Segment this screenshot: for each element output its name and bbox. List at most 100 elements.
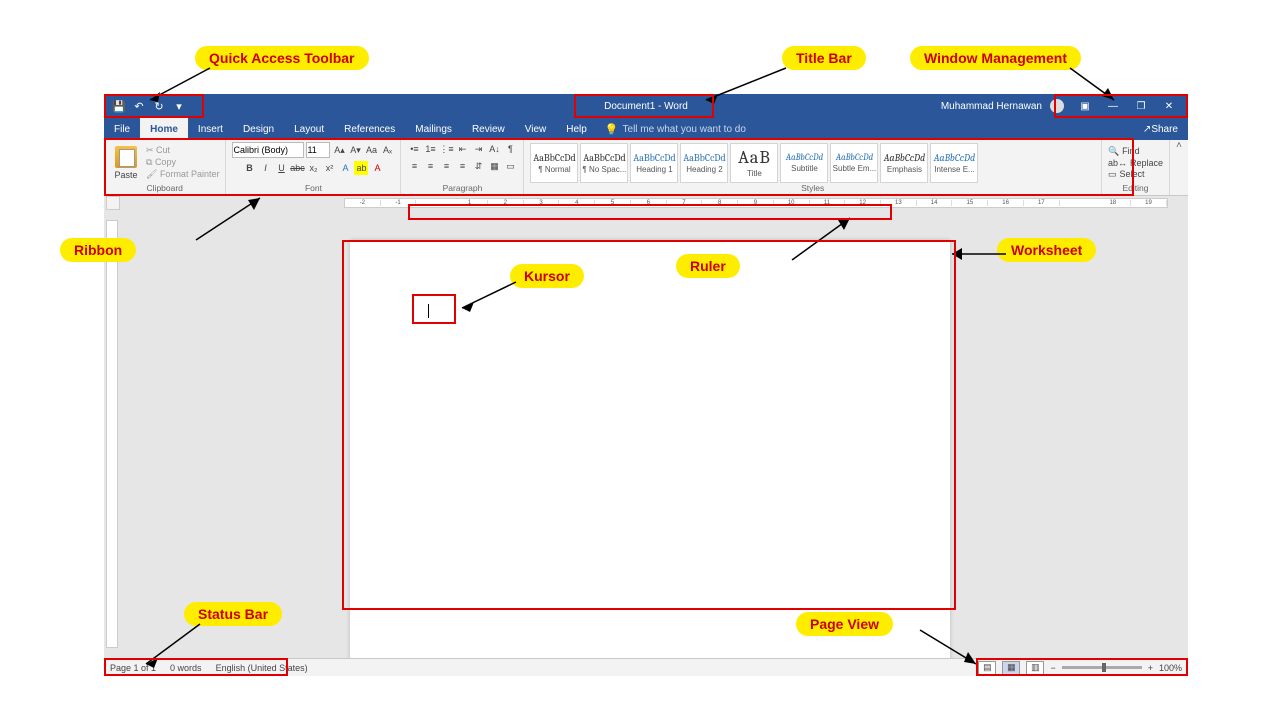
highlight-button[interactable]: ab <box>354 161 368 175</box>
change-case-button[interactable]: Aa <box>364 143 378 157</box>
borders-button[interactable]: ▭ <box>503 159 517 173</box>
tab-insert[interactable]: Insert <box>188 118 233 140</box>
document-page[interactable] <box>350 240 950 658</box>
align-right-button[interactable]: ≡ <box>439 159 453 173</box>
group-font: A▴ A▾ Aa Aₓ B I U abc x₂ x² A ab A Font <box>226 140 401 195</box>
font-size-combo[interactable] <box>306 142 330 158</box>
callout-worksheet: Worksheet <box>997 238 1096 262</box>
share-button[interactable]: ↗ Share <box>1133 118 1188 140</box>
font-group-label: Font <box>232 183 394 193</box>
read-mode-button[interactable]: ▤ <box>978 661 996 675</box>
window-controls: ▣ — ❐ ✕ <box>1072 94 1182 118</box>
increase-indent-button[interactable]: ⇥ <box>471 142 485 156</box>
font-color-button[interactable]: A <box>370 161 384 175</box>
zoom-level[interactable]: 100% <box>1159 663 1182 673</box>
style-heading-2[interactable]: AaBbCcDdHeading 2 <box>680 143 728 183</box>
select-button[interactable]: ▭ Select <box>1108 169 1163 180</box>
tab-design[interactable]: Design <box>233 118 284 140</box>
word-count[interactable]: 0 words <box>170 663 202 673</box>
style-intense-e-[interactable]: AaBbCcDdIntense E... <box>930 143 978 183</box>
bullets-button[interactable]: •≡ <box>407 142 421 156</box>
style-emphasis[interactable]: AaBbCcDdEmphasis <box>880 143 928 183</box>
collapse-ribbon-button[interactable]: ˄ <box>1170 140 1188 195</box>
vertical-ruler[interactable] <box>106 220 118 648</box>
tab-references[interactable]: References <box>334 118 405 140</box>
grow-font-button[interactable]: A▴ <box>332 143 346 157</box>
callout-statusbar: Status Bar <box>184 602 282 626</box>
decrease-indent-button[interactable]: ⇤ <box>455 142 469 156</box>
tab-file[interactable]: File <box>104 118 140 140</box>
web-layout-button[interactable]: ▥ <box>1026 661 1044 675</box>
line-spacing-button[interactable]: ⇵ <box>471 159 485 173</box>
sort-button[interactable]: A↓ <box>487 142 501 156</box>
tab-review[interactable]: Review <box>462 118 515 140</box>
paste-label: Paste <box>114 170 137 180</box>
superscript-button[interactable]: x² <box>322 161 336 175</box>
save-icon[interactable]: 💾 <box>112 99 126 113</box>
document-title: Document1 - Word <box>604 101 688 112</box>
user-area: Muhammad Hernawan ▣ — ❐ ✕ <box>935 94 1188 118</box>
ribbon-options-button[interactable]: ▣ <box>1072 94 1098 118</box>
tab-layout[interactable]: Layout <box>284 118 334 140</box>
shrink-font-button[interactable]: A▾ <box>348 143 362 157</box>
language[interactable]: English (United States) <box>216 663 308 673</box>
tab-selector[interactable] <box>106 196 120 210</box>
italic-button[interactable]: I <box>258 161 272 175</box>
style-heading-1[interactable]: AaBbCcDdHeading 1 <box>630 143 678 183</box>
font-name-combo[interactable] <box>232 142 304 158</box>
underline-button[interactable]: U <box>274 161 288 175</box>
qat-customize-icon[interactable]: ▾ <box>172 99 186 113</box>
tab-mailings[interactable]: Mailings <box>405 118 462 140</box>
close-button[interactable]: ✕ <box>1156 94 1182 118</box>
style--normal[interactable]: AaBbCcDd¶ Normal <box>530 143 578 183</box>
zoom-out-button[interactable]: − <box>1050 663 1055 673</box>
horizontal-ruler-row: -2-112345678910111213141516171819 <box>104 196 1188 210</box>
redo-icon[interactable]: ↻ <box>152 99 166 113</box>
clear-formatting-button[interactable]: Aₓ <box>380 143 394 157</box>
restore-button[interactable]: ❐ <box>1128 94 1154 118</box>
page-count[interactable]: Page 1 of 1 <box>110 663 156 673</box>
zoom-slider[interactable] <box>1062 666 1142 669</box>
paragraph-group-label: Paragraph <box>407 183 517 193</box>
avatar[interactable] <box>1050 99 1064 113</box>
style--no-spac-[interactable]: AaBbCcDd¶ No Spac... <box>580 143 628 183</box>
zoom-in-button[interactable]: + <box>1148 663 1153 673</box>
minimize-button[interactable]: — <box>1100 94 1126 118</box>
callout-pageview: Page View <box>796 612 893 636</box>
paste-icon <box>115 146 137 168</box>
style-subtle-em-[interactable]: AaBbCcDdSubtle Em... <box>830 143 878 183</box>
tab-home[interactable]: Home <box>140 118 188 140</box>
replace-button[interactable]: ab↔ Replace <box>1108 158 1163 168</box>
justify-button[interactable]: ≡ <box>455 159 469 173</box>
format-painter-button[interactable]: 🖌 Format Painter <box>146 169 219 180</box>
ribbon: Paste ✂ Cut ⧉ Copy 🖌 Format Painter Clip… <box>104 140 1188 196</box>
group-clipboard: Paste ✂ Cut ⧉ Copy 🖌 Format Painter Clip… <box>104 140 226 195</box>
align-left-button[interactable]: ≡ <box>407 159 421 173</box>
tab-view[interactable]: View <box>515 118 557 140</box>
print-layout-button[interactable]: ▦ <box>1002 661 1020 675</box>
find-button[interactable]: 🔍 Find <box>1108 146 1163 157</box>
undo-icon[interactable]: ↶ <box>132 99 146 113</box>
strikethrough-button[interactable]: abc <box>290 161 304 175</box>
show-marks-button[interactable]: ¶ <box>503 142 517 156</box>
horizontal-ruler[interactable]: -2-112345678910111213141516171819 <box>344 198 1168 208</box>
align-center-button[interactable]: ≡ <box>423 159 437 173</box>
lightbulb-icon: 💡 <box>605 123 619 136</box>
tab-help[interactable]: Help <box>556 118 597 140</box>
shading-button[interactable]: ▦ <box>487 159 501 173</box>
subscript-button[interactable]: x₂ <box>306 161 320 175</box>
callout-window-mgmt: Window Management <box>910 46 1081 70</box>
style-subtitle[interactable]: AaBbCcDdSubtitle <box>780 143 828 183</box>
numbering-button[interactable]: 1≡ <box>423 142 437 156</box>
callout-kursor: Kursor <box>510 264 584 288</box>
bold-button[interactable]: B <box>242 161 256 175</box>
cut-button[interactable]: ✂ Cut <box>146 145 219 156</box>
tell-me-search[interactable]: 💡 Tell me what you want to do <box>597 118 754 140</box>
text-effects-button[interactable]: A <box>338 161 352 175</box>
callout-ruler: Ruler <box>676 254 740 278</box>
title-bar: 💾 ↶ ↻ ▾ Document1 - Word Muhammad Hernaw… <box>104 94 1188 118</box>
style-title[interactable]: AaBTitle <box>730 143 778 183</box>
copy-button[interactable]: ⧉ Copy <box>146 157 219 168</box>
multilevel-list-button[interactable]: ⋮≡ <box>439 142 453 156</box>
paste-button[interactable]: Paste <box>110 146 142 180</box>
